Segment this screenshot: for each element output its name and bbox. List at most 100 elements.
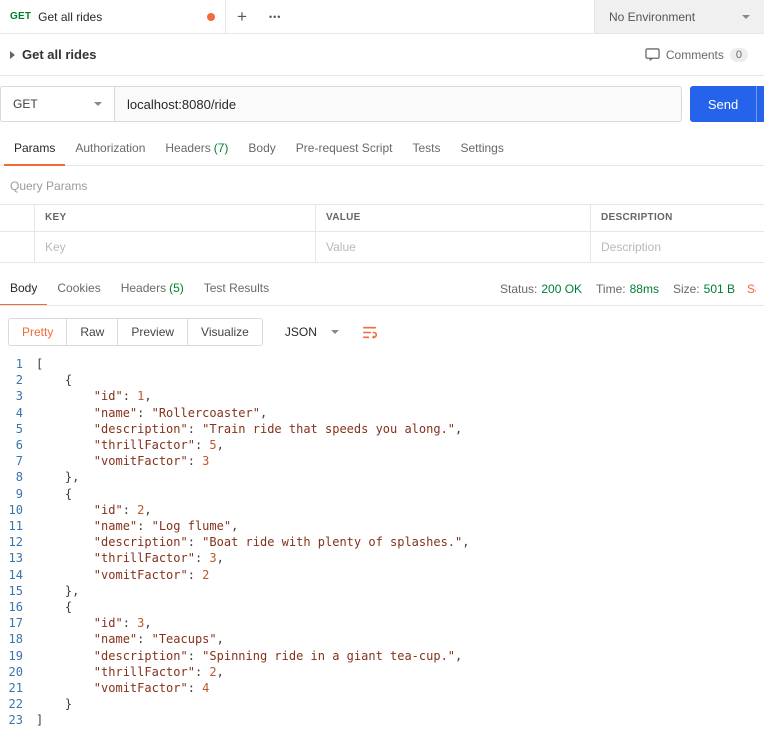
line-number: 14 [0, 567, 36, 583]
response-body[interactable]: 1[2 {3 "id": 1,4 "name": "Rollercoaster"… [0, 356, 764, 735]
view-preview-button[interactable]: Preview [117, 319, 187, 345]
code-text: }, [36, 469, 79, 485]
format-selector[interactable]: JSON [275, 319, 349, 345]
select-column-header [0, 205, 34, 231]
tab-count: (5) [169, 281, 184, 295]
line-number: 8 [0, 469, 36, 485]
code-line: 17 "id": 3, [0, 615, 764, 631]
description-input[interactable]: Description [590, 232, 764, 262]
tab-settings[interactable]: Settings [451, 132, 514, 166]
code-line: 16 { [0, 599, 764, 615]
query-params-title: Query Params [10, 179, 754, 193]
tab-pre-request-script[interactable]: Pre-request Script [286, 132, 403, 166]
code-line: 12 "description": "Boat ride with plenty… [0, 534, 764, 550]
tab-label: Body [10, 281, 37, 295]
code-line: 10 "id": 2, [0, 502, 764, 518]
query-params-table: KEY VALUE DESCRIPTION Key Value Descript… [0, 204, 764, 263]
code-line: 6 "thrillFactor": 5, [0, 437, 764, 453]
line-number: 11 [0, 518, 36, 534]
response-meta: Status:200 OK Time:88ms Size:501 B [500, 282, 735, 296]
select-cell [0, 232, 34, 262]
code-text: ] [36, 712, 43, 728]
tab-method-label: GET [10, 11, 31, 22]
wrap-lines-icon[interactable] [361, 324, 378, 341]
tab-label: Settings [461, 141, 504, 155]
save-response-button[interactable]: Save Response [747, 282, 756, 296]
tab-params[interactable]: Params [4, 132, 65, 166]
environment-selector[interactable]: No Environment [594, 0, 764, 33]
code-line: 5 "description": "Train ride that speeds… [0, 421, 764, 437]
line-number: 18 [0, 631, 36, 647]
size-value: 501 B [704, 282, 735, 296]
code-text: "id": 3, [36, 615, 152, 631]
code-text: [ [36, 356, 43, 372]
code-text: "id": 1, [36, 388, 152, 404]
code-line: 4 "name": "Rollercoaster", [0, 405, 764, 421]
code-text: "thrillFactor": 5, [36, 437, 224, 453]
code-text: { [36, 486, 72, 502]
value-input[interactable]: Value [315, 232, 590, 262]
chevron-down-icon [742, 15, 750, 19]
code-line: 1[ [0, 356, 764, 372]
time-label: Time: [596, 282, 626, 296]
url-input[interactable] [114, 86, 682, 122]
code-line: 20 "thrillFactor": 2, [0, 664, 764, 680]
view-raw-button[interactable]: Raw [66, 319, 117, 345]
line-number: 22 [0, 696, 36, 712]
line-number: 1 [0, 356, 36, 372]
response-tab-cookies[interactable]: Cookies [47, 273, 110, 306]
line-number: 4 [0, 405, 36, 421]
code-text: "vomitFactor": 4 [36, 680, 209, 696]
method-label: GET [13, 97, 38, 111]
code-text: "name": "Log flume", [36, 518, 238, 534]
view-pretty-button[interactable]: Pretty [9, 319, 66, 345]
code-line: 2 { [0, 372, 764, 388]
request-title-toggle[interactable]: Get all rides [10, 47, 96, 62]
line-number: 23 [0, 712, 36, 728]
code-text: "thrillFactor": 2, [36, 664, 224, 680]
code-text: "id": 2, [36, 502, 152, 518]
response-tab-body[interactable]: Body [0, 273, 47, 306]
request-tab[interactable]: GET Get all rides [0, 0, 226, 33]
tab-body[interactable]: Body [238, 132, 285, 166]
code-line: 13 "thrillFactor": 3, [0, 550, 764, 566]
code-line: 21 "vomitFactor": 4 [0, 680, 764, 696]
new-tab-button[interactable]: + [226, 0, 258, 33]
code-line: 9 { [0, 486, 764, 502]
code-text: "thrillFactor": 3, [36, 550, 224, 566]
send-button[interactable]: Send [690, 86, 756, 122]
code-line: 19 "description": "Spinning ride in a gi… [0, 648, 764, 664]
line-number: 16 [0, 599, 36, 615]
tab-tests[interactable]: Tests [402, 132, 450, 166]
line-number: 6 [0, 437, 36, 453]
tab-label: Headers [121, 281, 166, 295]
line-number: 5 [0, 421, 36, 437]
send-options-button[interactable] [756, 86, 764, 122]
code-line: 3 "id": 1, [0, 388, 764, 404]
response-tab-test-results[interactable]: Test Results [194, 273, 279, 306]
request-tabs: Params Authorization Headers(7) Body Pre… [0, 132, 764, 166]
code-line: 8 }, [0, 469, 764, 485]
code-line: 14 "vomitFactor": 2 [0, 567, 764, 583]
view-mode-group: Pretty Raw Preview Visualize [8, 318, 263, 346]
tab-authorization[interactable]: Authorization [65, 132, 155, 166]
line-number: 19 [0, 648, 36, 664]
size-label: Size: [673, 282, 700, 296]
tab-count: (7) [214, 141, 229, 155]
more-options-button[interactable]: ••• [258, 0, 292, 33]
tab-headers[interactable]: Headers(7) [155, 132, 238, 166]
response-view-toolbar: Pretty Raw Preview Visualize JSON [8, 318, 756, 346]
status-value: 200 OK [541, 282, 582, 296]
chevron-down-icon [94, 102, 102, 106]
request-title: Get all rides [22, 47, 96, 62]
method-selector[interactable]: GET [0, 86, 114, 122]
view-visualize-button[interactable]: Visualize [187, 319, 262, 345]
line-number: 3 [0, 388, 36, 404]
code-text: "vomitFactor": 3 [36, 453, 209, 469]
comments-button[interactable]: Comments 0 [645, 48, 748, 62]
query-params-section: Query Params KEY VALUE DESCRIPTION Key V… [0, 179, 764, 263]
code-line: 22 } [0, 696, 764, 712]
key-input[interactable]: Key [34, 232, 315, 262]
response-tab-headers[interactable]: Headers(5) [111, 273, 194, 306]
line-number: 2 [0, 372, 36, 388]
